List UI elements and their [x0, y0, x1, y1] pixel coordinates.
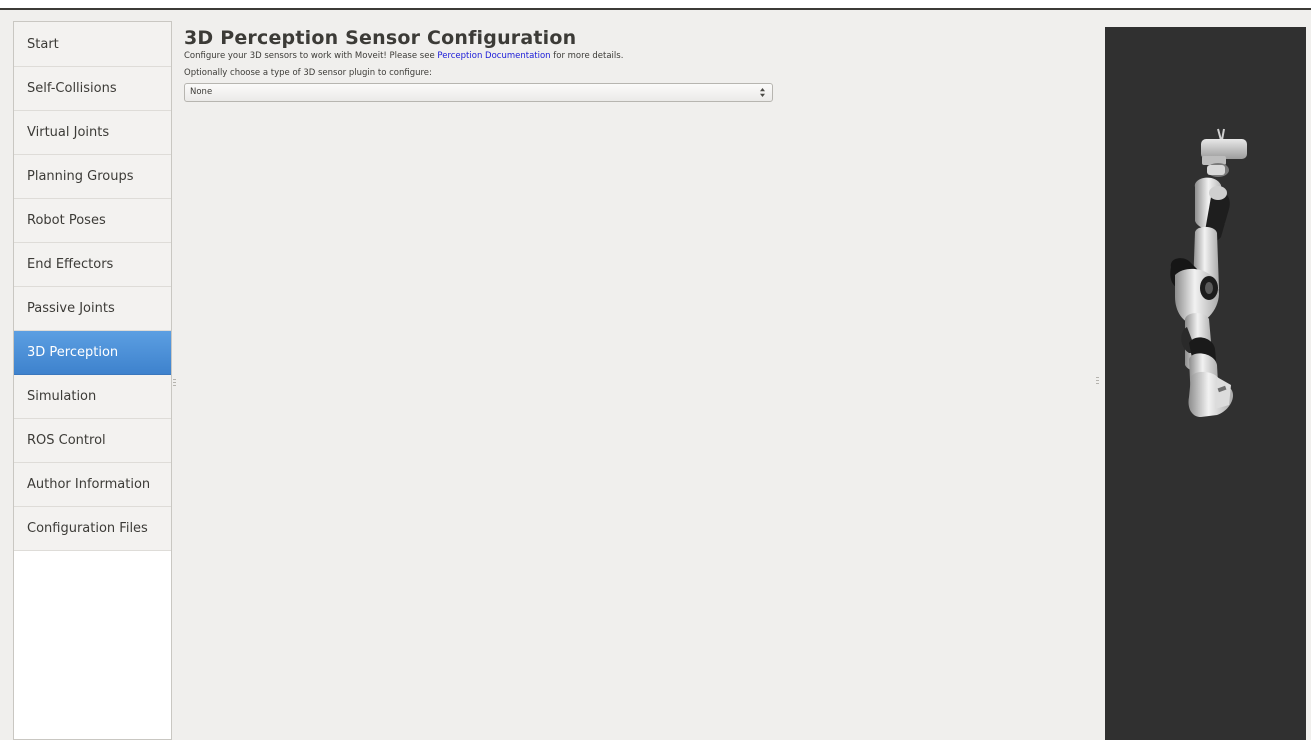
robot-3d-viewport[interactable] [1105, 27, 1306, 740]
sidebar-nav: Start Self-Collisions Virtual Joints Pla… [13, 21, 172, 740]
select-updown-arrows-icon [760, 88, 765, 97]
perception-documentation-link[interactable]: Perception Documentation [437, 51, 550, 61]
sidebar-item-self-collisions[interactable]: Self-Collisions [14, 67, 171, 111]
sidebar-item-virtual-joints[interactable]: Virtual Joints [14, 111, 171, 155]
sidebar-item-3d-perception[interactable]: 3D Perception [14, 331, 171, 375]
sidebar-item-ros-control[interactable]: ROS Control [14, 419, 171, 463]
sidebar-item-passive-joints[interactable]: Passive Joints [14, 287, 171, 331]
sidebar-item-planning-groups[interactable]: Planning Groups [14, 155, 171, 199]
sensor-plugin-selected-value: None [190, 87, 213, 97]
sidebar-item-simulation[interactable]: Simulation [14, 375, 171, 419]
sidebar-item-configuration-files[interactable]: Configuration Files [14, 507, 171, 551]
sensor-plugin-select[interactable]: None [184, 83, 773, 102]
right-splitter-handle[interactable] [1096, 376, 1100, 385]
page-description: Configure your 3D sensors to work with M… [184, 51, 1084, 62]
description-text-end: for more details. [550, 51, 624, 61]
window-top-border [0, 0, 1311, 10]
page-title: 3D Perception Sensor Configuration [184, 27, 577, 49]
sidebar-item-author-information[interactable]: Author Information [14, 463, 171, 507]
sidebar-item-robot-poses[interactable]: Robot Poses [14, 199, 171, 243]
robot-arm-model-icon [1170, 128, 1247, 417]
sensor-plugin-prompt: Optionally choose a type of 3D sensor pl… [184, 68, 432, 78]
sidebar-item-end-effectors[interactable]: End Effectors [14, 243, 171, 287]
description-text: Configure your 3D sensors to work with M… [184, 51, 438, 61]
perception-config-panel: 3D Perception Sensor Configuration Confi… [184, 28, 1084, 102]
sidebar-item-start[interactable]: Start [14, 22, 171, 67]
left-splitter-handle[interactable] [173, 378, 177, 387]
